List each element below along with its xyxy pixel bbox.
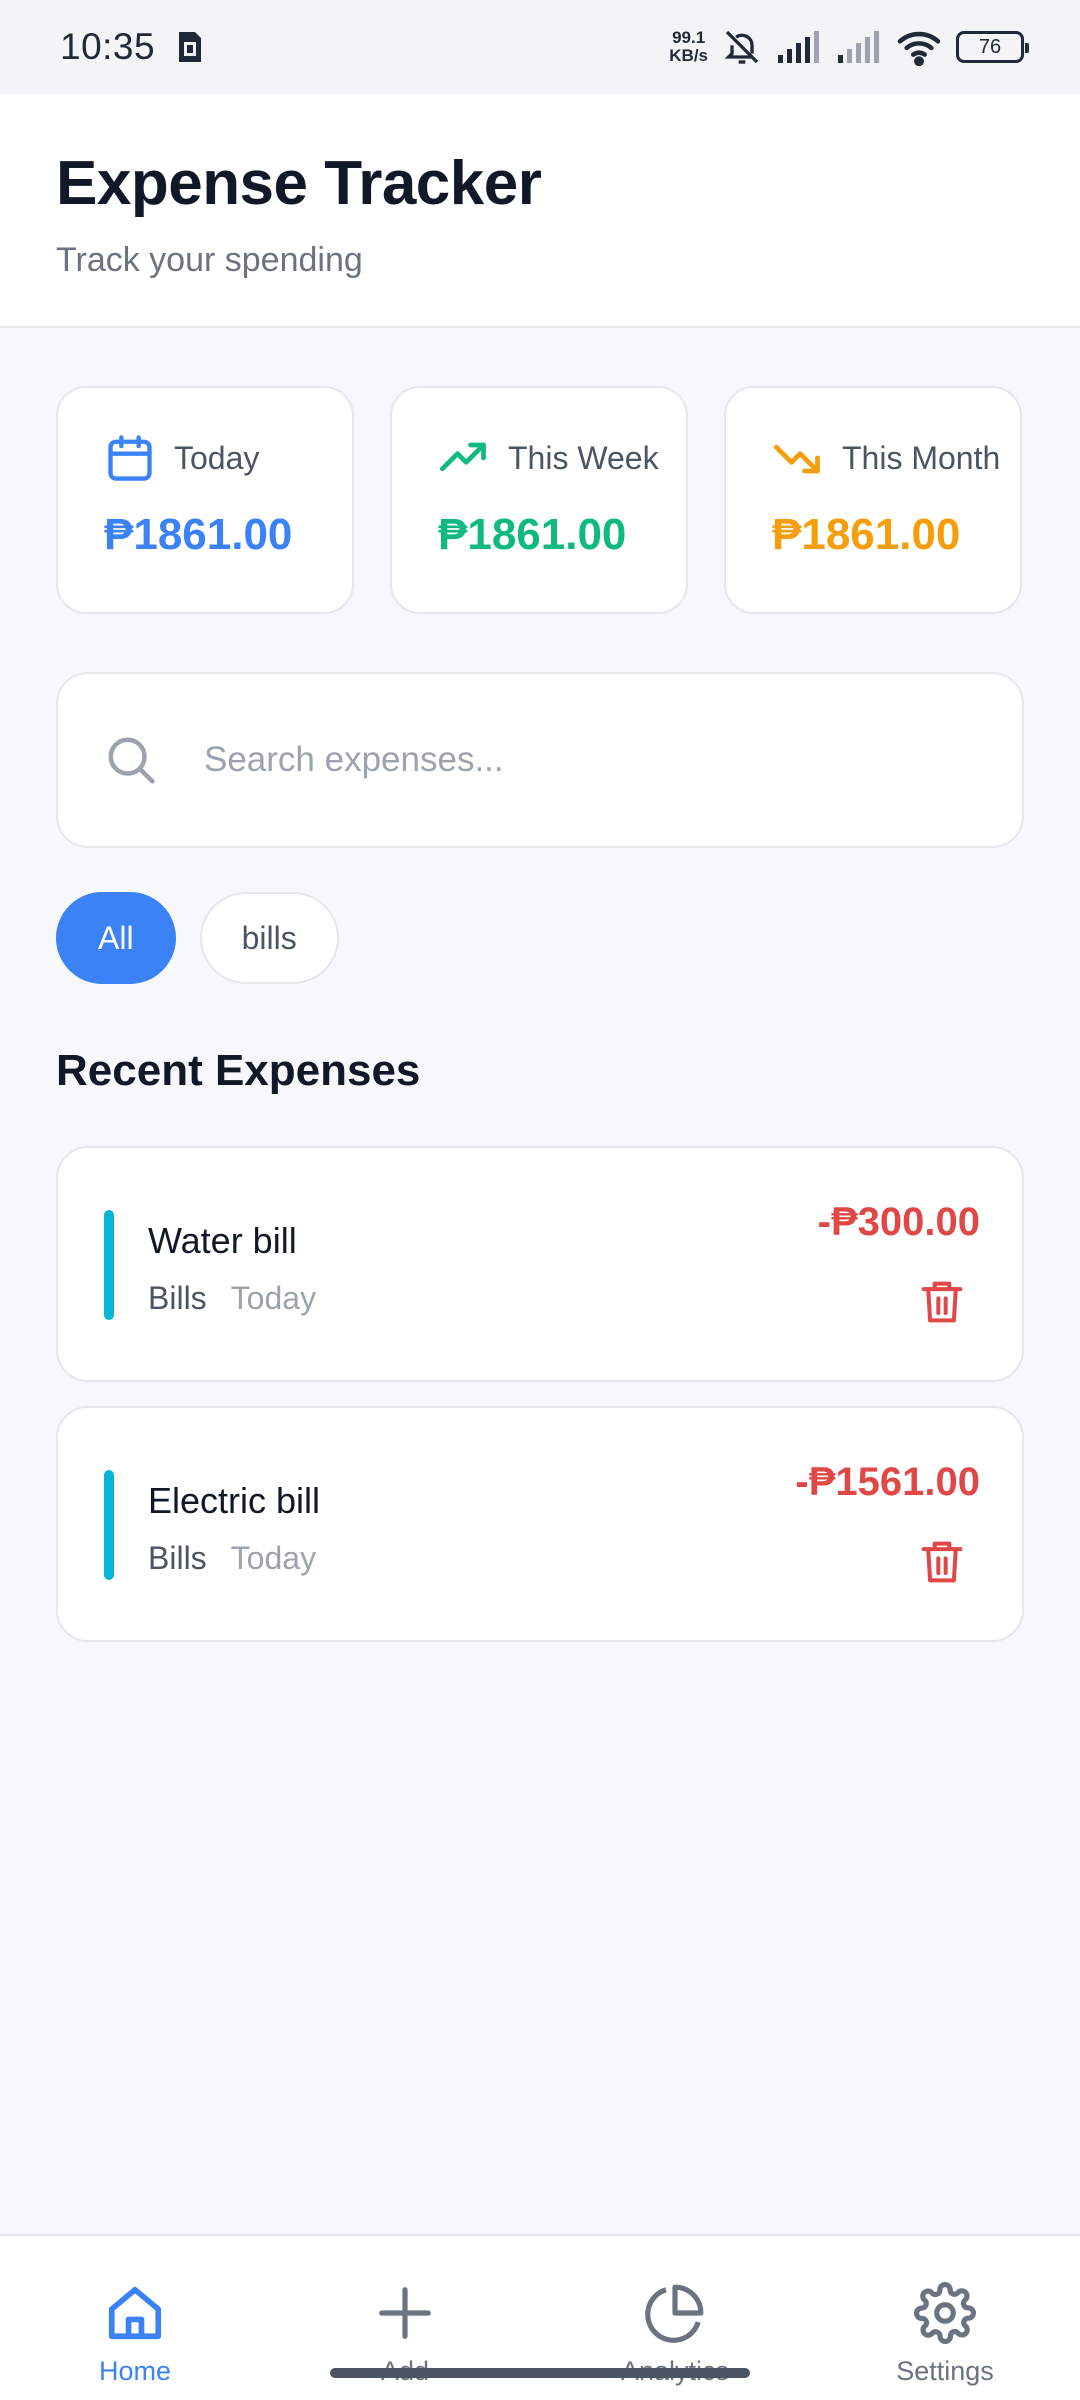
summary-label: This Week [508,439,659,476]
category-accent-bar [104,1470,114,1580]
home-icon [108,2286,162,2340]
delete-button[interactable] [918,1536,966,1588]
summary-value: ₱1861.00 [438,510,627,559]
status-icons: 99.1 KB/s 76 [669,27,1029,67]
summary-card-month: This Month ₱1861.00 [724,386,1022,614]
trending-up-icon [439,442,486,472]
page-title: Expense Tracker [56,149,542,218]
expense-category: Bills [148,1540,207,1576]
search-icon [108,737,155,784]
expense-date: Today [230,1280,317,1316]
signal-bars-icon [778,31,819,63]
network-speed-value: 99.1 [672,28,706,47]
page-subtitle: Track your spending [56,241,363,279]
filter-chip-bills[interactable]: bills [199,892,339,984]
plus-icon [379,2287,431,2339]
expense-title: Water bill [148,1220,297,1261]
expense-category: Bills [148,1280,207,1316]
network-speed: 99.1 KB/s [669,29,708,65]
bell-muted-icon [724,30,759,64]
nav-settings[interactable]: Settings [810,2236,1080,2400]
summary-cards: Today ₱1861.00 This Week ₱1861.00 This M… [56,386,1022,614]
search-input[interactable] [204,740,964,780]
status-bar: 10:35 99.1 KB/s 76 [0,0,1080,94]
gear-icon [914,2282,976,2344]
search-box[interactable] [56,672,1024,848]
expense-list: Water bill Bills Today -₱300.00 Electric… [56,1146,1024,1642]
category-filters: All bills [56,892,339,984]
summary-value: ₱1861.00 [772,510,961,559]
wifi-icon [897,31,941,66]
trash-icon [921,1541,963,1583]
delete-button[interactable] [918,1276,966,1328]
nav-home[interactable]: Home [0,2236,270,2400]
trash-icon [921,1281,963,1323]
section-title: Recent Expenses [56,1046,421,1095]
gesture-home-indicator[interactable] [330,2368,750,2378]
expense-amount: -₱1561.00 [795,1460,980,1504]
network-speed-unit: KB/s [669,46,708,65]
category-accent-bar [104,1210,114,1320]
summary-label: Today [174,439,260,476]
trending-down-icon [773,444,820,474]
expense-item[interactable]: Electric bill Bills Today -₱1561.00 [56,1406,1024,1642]
expense-amount: -₱300.00 [817,1200,980,1244]
pie-chart-icon [645,2284,704,2343]
expense-meta: Bills Today [148,1540,316,1577]
expense-date: Today [230,1540,317,1576]
summary-card-today: Today ₱1861.00 [56,386,354,614]
status-time: 10:35 [60,26,156,67]
sim-card-icon [179,32,202,62]
summary-card-week: This Week ₱1861.00 [390,386,688,614]
expense-item[interactable]: Water bill Bills Today -₱300.00 [56,1146,1024,1382]
filter-chip-all[interactable]: All [56,892,176,984]
battery-indicator: 76 [956,31,1029,63]
summary-label: This Month [842,439,1001,476]
expense-title: Electric bill [148,1480,321,1521]
app-header: Expense Tracker Track your spending [0,94,1080,328]
expense-meta: Bills Today [148,1280,316,1317]
calendar-icon [108,435,152,481]
summary-value: ₱1861.00 [104,510,293,559]
nav-label: Home [98,2356,172,2386]
app-screen: 10:35 99.1 KB/s 76 Expense Tracker Track… [0,0,1080,2400]
signal-bars-2-icon [838,31,879,63]
nav-label: Settings [896,2356,994,2386]
